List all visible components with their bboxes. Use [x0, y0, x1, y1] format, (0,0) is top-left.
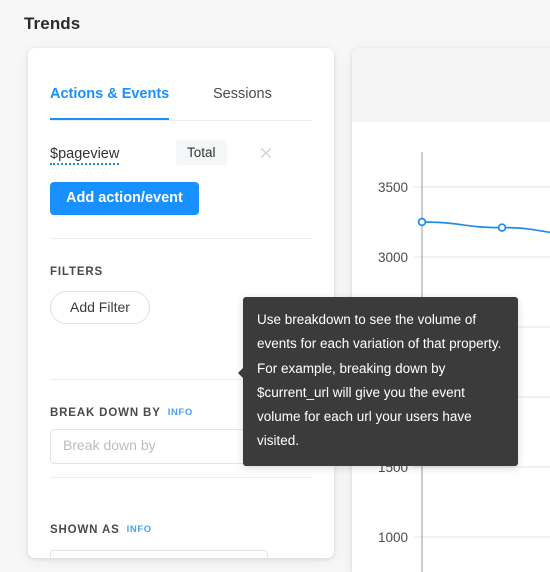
tab-actions-events[interactable]: Actions & Events [50, 84, 170, 120]
breakdown-info-link[interactable]: INFO [168, 407, 193, 418]
shown-as-label-text: SHOWN AS [50, 524, 120, 536]
breakdown-label-text: BREAK DOWN BY [50, 407, 161, 419]
breakdown-section-label: BREAK DOWN BY INFO [50, 407, 193, 419]
add-action-event-button[interactable]: Add action/event [50, 182, 199, 215]
add-filter-button[interactable]: Add Filter [50, 291, 150, 324]
chart-header [352, 48, 550, 122]
tooltip-text: Use breakdown to see the volume of event… [257, 312, 502, 449]
page-title: Trends [24, 14, 81, 33]
shown-as-select[interactable]: Volume [50, 550, 268, 558]
y-axis-tick-label: 3000 [378, 250, 408, 265]
close-icon[interactable] [257, 144, 275, 162]
filters-section-label: FILTERS [50, 266, 104, 278]
shown-as-info-link[interactable]: INFO [127, 524, 152, 535]
tab-sessions[interactable]: Sessions [213, 84, 272, 118]
event-math-badge[interactable]: Total [176, 140, 227, 165]
chart-data-points [417, 217, 507, 232]
event-name-pageview[interactable]: $pageview [50, 146, 120, 165]
breakdown-select-value: Break down by [63, 437, 156, 453]
shown-as-section-label: SHOWN AS INFO [50, 524, 152, 536]
divider [50, 477, 312, 478]
chart-data-point[interactable] [497, 223, 507, 232]
tooltip-arrow [238, 367, 244, 379]
divider [50, 238, 312, 239]
chart-data-point[interactable] [417, 217, 427, 227]
breakdown-info-tooltip: Use breakdown to see the volume of event… [238, 297, 518, 466]
tab-bar: Actions & Events Sessions [50, 84, 312, 121]
y-axis-tick-label: 3500 [378, 180, 408, 195]
y-axis-tick-label: 1000 [378, 530, 408, 545]
event-row: $pageview Total [50, 140, 312, 170]
chart-series-line [421, 221, 550, 234]
breakdown-select[interactable]: Break down by [50, 429, 268, 464]
